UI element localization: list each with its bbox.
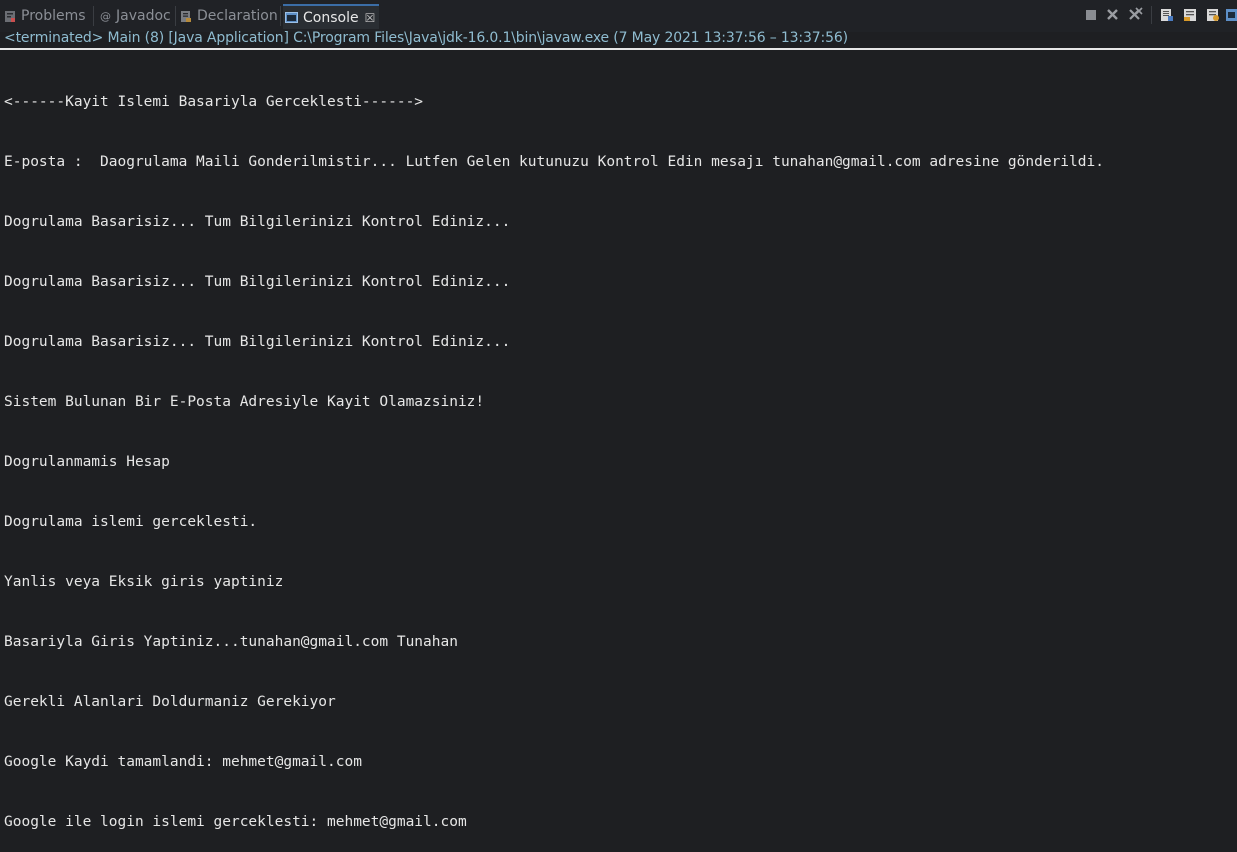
remove-all-terminated-icon[interactable] — [1128, 7, 1143, 22]
tab-problems[interactable]: Problems — [4, 5, 86, 27]
console-line: Dogrulama Basarisiz... Tum Bilgilerinizi… — [4, 274, 511, 290]
console-line: Dogrulama Basarisiz... Tum Bilgilerinizi… — [4, 214, 511, 230]
tab-label: Problems — [21, 8, 86, 24]
show-on-output-icon[interactable] — [1205, 7, 1220, 22]
toolbar-separator — [1151, 6, 1152, 24]
close-icon[interactable]: ☒ — [365, 11, 376, 25]
view-tab-bar: Problems @ Javadoc Declaration Console ☒ — [0, 0, 1237, 32]
tab-console[interactable]: Console ☒ — [283, 4, 380, 29]
tab-separator — [93, 6, 94, 26]
tab-label: Javadoc — [116, 8, 171, 24]
console-line: Yanlis veya Eksik giris yaptiniz — [4, 574, 284, 590]
console-line: Dogrulama islemi gerceklesti. — [4, 514, 258, 530]
console-line: E-posta : Daogrulama Maili Gonderilmisti… — [4, 154, 1104, 170]
console-divider — [0, 48, 1237, 50]
console-line: Google ile login islemi gerceklesti: meh… — [4, 814, 467, 830]
problems-icon — [4, 10, 16, 23]
tab-label: Declaration — [197, 8, 278, 24]
tab-javadoc[interactable]: @ Javadoc — [100, 5, 171, 27]
tab-separator — [175, 6, 176, 26]
console-line: <------Kayit Islemi Basariyla Gerceklest… — [4, 94, 424, 110]
process-status-label: <terminated> Main (8) [Java Application]… — [4, 30, 848, 46]
tab-separator — [280, 6, 281, 26]
console-output[interactable]: <------Kayit Islemi Basariyla Gerceklest… — [4, 52, 1232, 852]
console-line: Gerekli Alanlari Doldurmaniz Gerekiyor — [4, 694, 336, 710]
pin-console-icon[interactable] — [1226, 7, 1237, 22]
javadoc-icon: @ — [100, 10, 111, 23]
console-line: Google Kaydi tamamlandi: mehmet@gmail.co… — [4, 754, 362, 770]
console-line: Dogrulanmamis Hesap — [4, 454, 170, 470]
tab-declaration[interactable]: Declaration — [180, 5, 278, 27]
console-line: Basariyla Giris Yaptiniz...tunahan@gmail… — [4, 634, 458, 650]
remove-launch-icon[interactable] — [1105, 7, 1120, 22]
console-icon — [285, 11, 298, 24]
console-line: Dogrulama Basarisiz... Tum Bilgilerinizi… — [4, 334, 511, 350]
console-line: Sistem Bulunan Bir E-Posta Adresiyle Kay… — [4, 394, 485, 410]
tab-label: Console — [303, 9, 359, 26]
declaration-icon — [180, 10, 192, 23]
svg-text:@: @ — [100, 10, 111, 23]
word-wrap-icon[interactable] — [1182, 7, 1197, 22]
terminate-icon[interactable] — [1083, 7, 1098, 22]
scroll-lock-icon[interactable] — [1159, 7, 1174, 22]
